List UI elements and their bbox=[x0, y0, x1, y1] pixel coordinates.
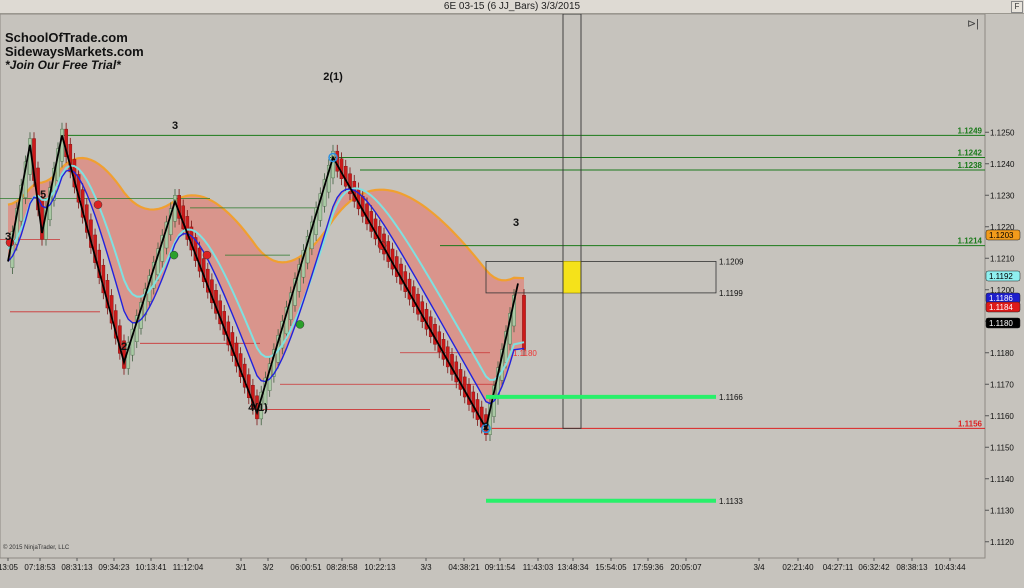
crossover-dot bbox=[169, 250, 179, 260]
price-level-label: 1.1242 bbox=[958, 148, 983, 157]
y-tick-label: 1.1150 bbox=[990, 443, 1014, 452]
x-tick-label: 3/1 bbox=[235, 563, 247, 572]
axis-marker-label: 1.1203 bbox=[989, 231, 1014, 240]
copyright-text: © 2015 NinjaTrader, LLC bbox=[3, 545, 70, 551]
x-tick-label: 10:22:13 bbox=[364, 563, 396, 572]
x-tick-label: 15:54:05 bbox=[595, 563, 627, 572]
y-tick-label: 1.1130 bbox=[990, 506, 1014, 515]
y-tick-label: 1.1120 bbox=[990, 538, 1014, 547]
x-tick-label: 06:32:42 bbox=[858, 563, 890, 572]
x-tick-label: 08:31:13 bbox=[61, 563, 93, 572]
crossover-dot bbox=[93, 200, 103, 209]
green-target-label: 1.1166 bbox=[719, 393, 743, 402]
swing-label: 2 bbox=[483, 421, 489, 433]
y-tick-label: 1.1250 bbox=[990, 128, 1015, 137]
x-tick-label: 10:43:44 bbox=[934, 563, 966, 572]
swing-label: 2 bbox=[121, 341, 127, 353]
green-target-label: 1.1133 bbox=[719, 497, 743, 506]
watermark-line1: SchoolOfTrade.com bbox=[5, 30, 128, 45]
x-tick-label: 3/3 bbox=[420, 563, 432, 572]
price-level-label: 1.1238 bbox=[958, 161, 983, 170]
window-title: 6E 03-15 (6 JJ_Bars) 3/3/2015 bbox=[0, 0, 1024, 14]
x-tick-label: 13:48:34 bbox=[557, 563, 589, 572]
price-level-label: 1.1156 bbox=[958, 419, 983, 428]
x-tick-label: 04:38:21 bbox=[448, 563, 480, 572]
x-tick-label: 3/4 bbox=[753, 563, 765, 572]
inline-price-label: 1.1180 bbox=[513, 349, 537, 358]
x-tick-label: 17:59:36 bbox=[632, 563, 664, 572]
x-tick-label: 02:21:40 bbox=[782, 563, 814, 572]
price-level-label: 1.1249 bbox=[958, 126, 983, 135]
x-tick-label: 3/2 bbox=[262, 563, 274, 572]
price-bar bbox=[331, 150, 335, 179]
overlays: 1.1209 1.1199 1.1166 1.1133 1.1180 bbox=[485, 13, 744, 506]
y-tick-label: 1.1140 bbox=[990, 475, 1014, 484]
y-tick-label: 1.1240 bbox=[990, 160, 1015, 169]
price-level-label: 1.1214 bbox=[958, 237, 983, 246]
y-tick-label: 1.1230 bbox=[990, 191, 1015, 200]
axis-marker-label: 1.1184 bbox=[989, 303, 1013, 312]
x-tick-label: 07:18:53 bbox=[24, 563, 56, 572]
swing-label: 4(1) bbox=[248, 402, 268, 414]
swing-label: 5 bbox=[40, 189, 46, 201]
x-tick-label: 04:27:11 bbox=[823, 563, 854, 572]
axis-marker-label: 1.1180 bbox=[989, 319, 1013, 328]
x-tick-label: 10:13:41 bbox=[135, 563, 167, 572]
price-chart[interactable]: 1.1120 1.1130 1.1140 1.1150 1.1160 1.1170 1.11… bbox=[0, 0, 1024, 588]
chart-window: { "window": { "title": "6E 03-15 (6 JJ_B… bbox=[0, 0, 1024, 588]
y-tick-label: 1.1160 bbox=[990, 412, 1014, 421]
x-tick-label: 08:38:13 bbox=[896, 563, 928, 572]
axis-marker-label: 1.1192 bbox=[989, 272, 1013, 281]
yellow-highlight bbox=[562, 261, 582, 294]
swing-label: 3 bbox=[513, 217, 519, 229]
x-tick-label: 11:43:03 bbox=[523, 563, 554, 572]
swing-label: 3 bbox=[172, 120, 178, 132]
y-tick-label: 1.1170 bbox=[990, 380, 1014, 389]
x-tick-label: 09:11:54 bbox=[485, 563, 516, 572]
target-box-low-label: 1.1199 bbox=[719, 289, 743, 298]
x-tick-label: 09:34:23 bbox=[98, 563, 130, 572]
crossover-dot bbox=[295, 320, 305, 329]
target-box-high-label: 1.1209 bbox=[719, 257, 744, 266]
x-tick-label: 13:05 bbox=[0, 563, 19, 572]
y-tick-label: 1.1210 bbox=[990, 254, 1015, 263]
crossover-dot bbox=[202, 250, 212, 260]
watermark-line2: SidewaysMarkets.com bbox=[5, 44, 144, 59]
f-button[interactable]: F bbox=[1011, 1, 1023, 13]
time-window-rect bbox=[562, 13, 582, 429]
y-tick-label: 1.1180 bbox=[990, 349, 1014, 358]
x-tick-label: 08:28:58 bbox=[326, 563, 358, 572]
x-tick-label: 06:00:51 bbox=[290, 563, 322, 572]
swing-label: 2(1) bbox=[323, 71, 343, 83]
x-tick-label: 20:05:07 bbox=[670, 563, 702, 572]
x-tick-label: 11:12:04 bbox=[173, 563, 204, 572]
scale-justify-icon[interactable]: ⊳| bbox=[966, 18, 980, 31]
axis-marker-label: 1.1186 bbox=[989, 294, 1013, 303]
swing-label: 3 bbox=[5, 231, 11, 243]
watermark-line3: *Join Our Free Trial* bbox=[5, 58, 121, 72]
